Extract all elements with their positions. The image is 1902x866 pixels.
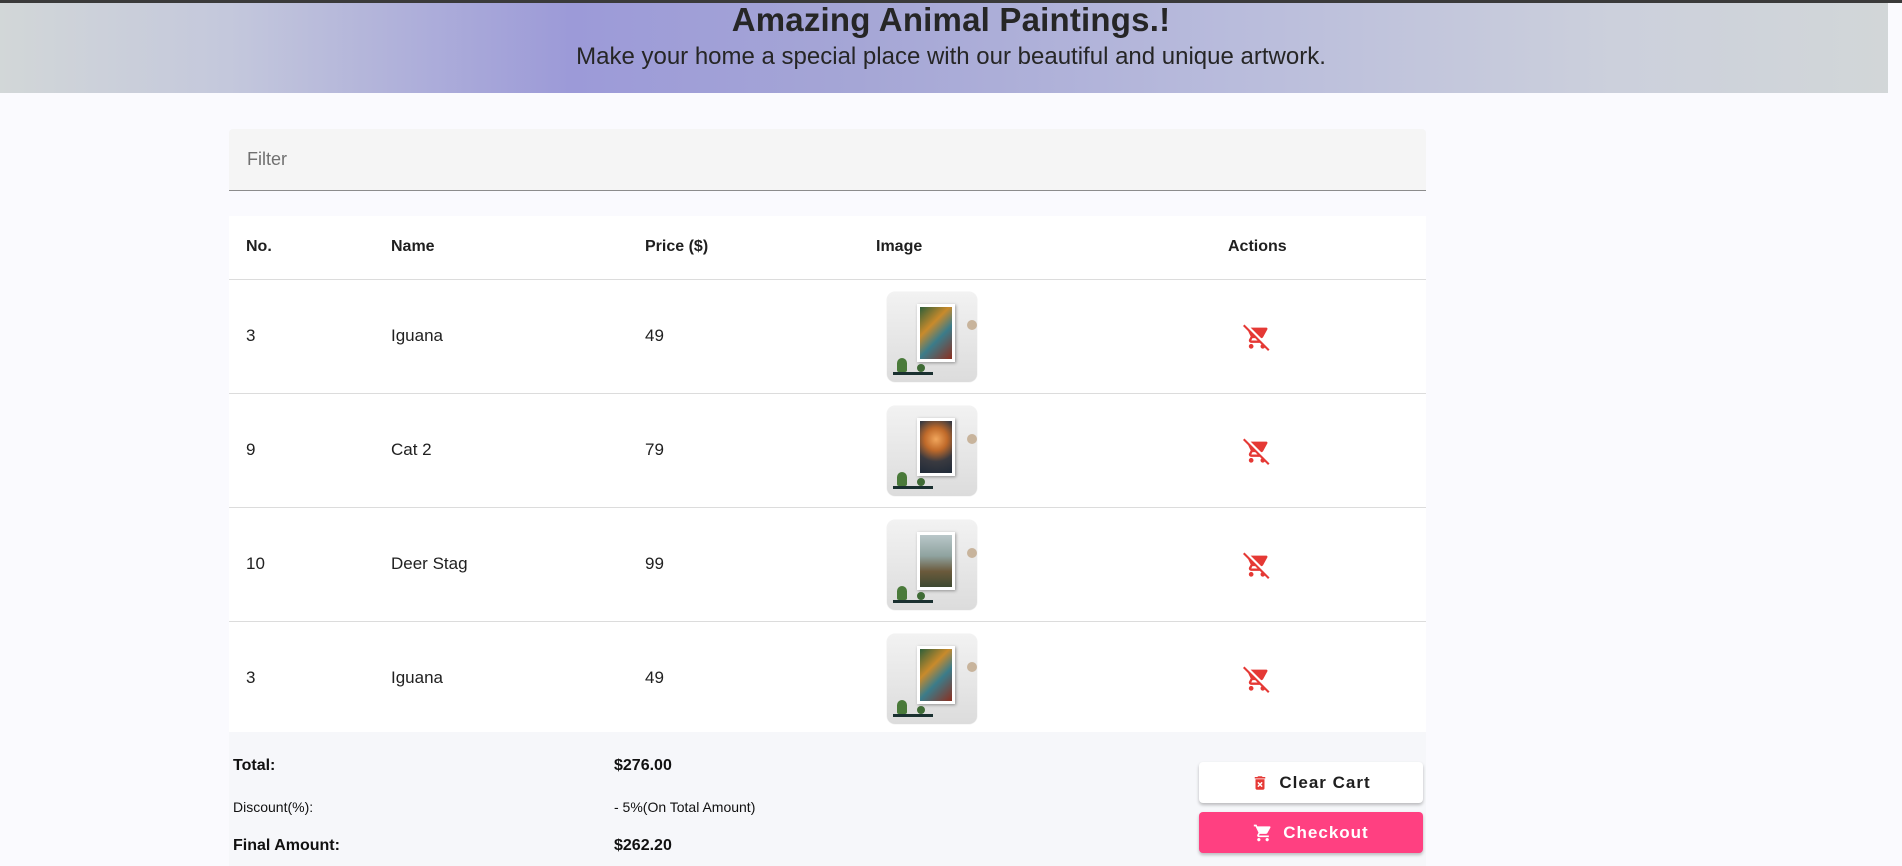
- page-title: Amazing Animal Paintings.!: [731, 1, 1171, 38]
- column-header-name: Name: [391, 238, 435, 255]
- cell-no: 9: [246, 440, 256, 459]
- column-header-no: No.: [246, 238, 272, 255]
- cell-name: Iguana: [391, 326, 443, 345]
- clear-cart-label: Clear Cart: [1279, 772, 1371, 792]
- column-header-price: Price ($): [645, 238, 709, 255]
- cell-price: 79: [645, 440, 664, 459]
- scrollbar-track[interactable]: [1888, 3, 1902, 866]
- cell-no: 3: [246, 668, 256, 687]
- cell-no: 3: [246, 326, 256, 345]
- discount-value: - 5%(On Total Amount): [614, 799, 756, 815]
- remove-shopping-cart-icon: [1243, 552, 1270, 579]
- shopping-cart-icon: [1254, 824, 1271, 841]
- discount-label: Discount(%):: [233, 799, 314, 815]
- cell-name: Iguana: [391, 668, 443, 687]
- remove-shopping-cart-icon: [1243, 438, 1270, 465]
- column-header-image: Image: [876, 238, 923, 255]
- table-header: No. Name Price ($) Image Actions: [229, 216, 1426, 280]
- cell-no: 10: [246, 554, 265, 573]
- delete-icon: [1255, 775, 1266, 790]
- checkout-button[interactable]: Checkout: [1199, 812, 1423, 853]
- painting-thumbnail-deer-stag: [887, 520, 977, 610]
- cell-price: 99: [645, 554, 664, 573]
- cart-table: No. Name Price ($) Image Actions 3 Iguan…: [229, 216, 1426, 734]
- cell-name: Deer Stag: [391, 554, 468, 573]
- table-row: 3 Iguana 49: [229, 280, 1426, 394]
- final-amount-value: $262.20: [614, 837, 672, 854]
- remove-from-cart-button[interactable]: [1239, 319, 1275, 355]
- filter-field[interactable]: [229, 129, 1426, 191]
- clear-cart-button[interactable]: Clear Cart: [1199, 762, 1423, 803]
- remove-from-cart-button[interactable]: [1239, 661, 1275, 697]
- total-label: Total:: [233, 757, 276, 774]
- table-row: 3 Iguana 49: [229, 622, 1426, 734]
- painting-thumbnail-iguana: [887, 634, 977, 724]
- table-row: 10 Deer Stag 99: [229, 508, 1426, 622]
- total-value: $276.00: [614, 757, 672, 774]
- cell-price: 49: [645, 326, 664, 345]
- remove-shopping-cart-icon: [1243, 324, 1270, 351]
- checkout-label: Checkout: [1283, 822, 1369, 842]
- page-subtitle: Make your home a special place with our …: [576, 43, 1326, 70]
- filter-input[interactable]: [229, 129, 1426, 190]
- painting-thumbnail-iguana: [887, 292, 977, 382]
- remove-shopping-cart-icon: [1243, 666, 1270, 693]
- remove-from-cart-button[interactable]: [1239, 547, 1275, 583]
- remove-from-cart-button[interactable]: [1239, 433, 1275, 469]
- cart-summary: Total: $276.00 Discount(%): - 5%(On Tota…: [229, 732, 1426, 866]
- table-row: 9 Cat 2 79: [229, 394, 1426, 508]
- painting-thumbnail-cat: [887, 406, 977, 496]
- column-header-actions: Actions: [1228, 238, 1287, 255]
- cell-price: 49: [645, 668, 664, 687]
- cell-name: Cat 2: [391, 440, 432, 459]
- page-header: Amazing Animal Paintings.! Make your hom…: [0, 3, 1902, 93]
- final-amount-label: Final Amount:: [233, 837, 340, 854]
